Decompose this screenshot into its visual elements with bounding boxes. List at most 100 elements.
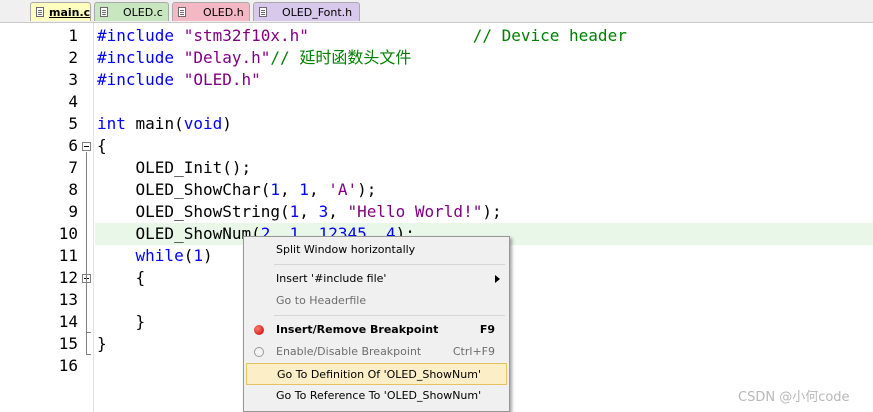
- code-token: 'A': [328, 180, 358, 199]
- menu-separator: [274, 315, 505, 316]
- tab-label: OLED.h: [203, 6, 244, 19]
- code-line[interactable]: #include "Delay.h"// 延时函数头文件: [97, 47, 411, 69]
- menu-item-split-window-horizontally[interactable]: Split Window horizontally: [246, 239, 507, 261]
- code-token: );: [357, 180, 377, 199]
- fold-line: [86, 152, 87, 273]
- menu-item-go-to-definition-of-oled-shownum[interactable]: Go To Definition Of 'OLED_ShowNum': [246, 363, 507, 385]
- code-token: 3: [318, 202, 329, 221]
- line-number-gutter: 1 2 3 4 5 6 7 8 9 10 11 12 13 14 15 16: [0, 23, 80, 412]
- menu-item-shortcut: F9: [479, 323, 495, 336]
- menu-item-go-to-headerfile[interactable]: Go to Headerfile: [246, 290, 507, 312]
- code-token: (: [183, 246, 194, 265]
- code-token: "OLED.h": [183, 70, 261, 89]
- code-token: void: [183, 114, 223, 133]
- tab-oled-font-h[interactable]: OLED_Font.h: [253, 2, 360, 21]
- code-line[interactable]: OLED_ShowChar(1, 1, 'A');: [97, 179, 377, 201]
- menu-separator: [274, 264, 505, 265]
- menu-item-label: Split Window horizontally: [276, 243, 416, 256]
- menu-item-enable-disable-breakpoint[interactable]: Enable/Disable Breakpoint Ctrl+F9: [246, 341, 507, 363]
- code-token: 1: [270, 180, 281, 199]
- line-number: 11: [58, 246, 78, 265]
- menu-item-label: Insert/Remove Breakpoint: [276, 323, 439, 336]
- menu-item-label: Go to Headerfile: [276, 294, 367, 307]
- line-number: 12: [58, 268, 78, 287]
- line-number: 8: [68, 180, 78, 199]
- tab-label: OLED_Font.h: [282, 6, 353, 19]
- code-token: //: [270, 48, 300, 67]
- code-token: );: [482, 202, 502, 221]
- code-token: ): [222, 114, 232, 133]
- menu-item-label: Go To Reference To 'OLED_ShowNum': [276, 389, 482, 402]
- code-token: while: [135, 246, 184, 265]
- tab-label: OLED.c: [123, 6, 163, 19]
- code-token: "Hello World!": [347, 202, 483, 221]
- menu-item-label: Enable/Disable Breakpoint: [276, 345, 422, 358]
- code-token: #include: [97, 48, 184, 67]
- code-line[interactable]: OLED_ShowString(1, 3, "Hello World!");: [97, 201, 502, 223]
- code-token: }: [97, 312, 146, 331]
- code-token: OLED_ShowNum(: [97, 224, 261, 243]
- code-token: ,: [328, 202, 348, 221]
- code-token: OLED_Init();: [97, 158, 252, 177]
- code-line[interactable]: int main(void): [97, 113, 232, 135]
- tab-oled-c[interactable]: OLED.c: [94, 2, 169, 21]
- code-line[interactable]: #include "stm32f10x.h" // Device header: [97, 25, 627, 47]
- code-token: 1: [299, 180, 309, 199]
- context-menu: Split Window horizontally Insert '#includ…: [243, 236, 510, 412]
- line-number: 10: [58, 224, 78, 243]
- tab-label: main.c: [49, 6, 91, 19]
- code-line[interactable]: #include "OLED.h": [97, 69, 261, 91]
- code-line[interactable]: }: [97, 311, 146, 333]
- menu-item-shortcut: Ctrl+F9: [452, 345, 495, 358]
- code-token: int: [97, 114, 126, 133]
- tab-oled-h[interactable]: OLED.h: [172, 2, 250, 21]
- code-token: OLED_ShowString(: [97, 202, 290, 221]
- file-icon: [178, 7, 186, 17]
- code-token: 1: [193, 246, 203, 265]
- submenu-arrow-icon: [495, 275, 500, 283]
- code-line[interactable]: OLED_Init();: [97, 157, 252, 179]
- menu-item-label: Go To Definition Of 'OLED_ShowNum': [277, 368, 481, 381]
- line-number: 15: [58, 334, 78, 353]
- menu-item-insert-include-file[interactable]: Insert '#include file': [246, 268, 507, 290]
- code-token: 延时函数头文件: [299, 48, 412, 67]
- code-token: 1: [289, 202, 300, 221]
- code-token: #include: [97, 26, 184, 45]
- line-number: 16: [58, 356, 78, 375]
- line-number: 2: [68, 48, 78, 67]
- code-token: main(: [125, 114, 184, 133]
- code-line[interactable]: while(1): [97, 245, 213, 267]
- line-number: 5: [68, 114, 78, 133]
- code-token: OLED_ShowChar(: [97, 180, 271, 199]
- code-token: ): [202, 246, 213, 265]
- code-token: {: [97, 268, 146, 287]
- line-number: 14: [58, 312, 78, 331]
- line-number: 4: [68, 92, 78, 111]
- code-line[interactable]: {: [97, 135, 107, 157]
- file-icon: [36, 7, 44, 17]
- code-token: }: [97, 334, 107, 353]
- breakpoint-icon: [254, 325, 264, 335]
- fold-end-mark: [86, 354, 91, 355]
- menu-item-go-to-reference-to-oled-shownum[interactable]: Go To Reference To 'OLED_ShowNum': [246, 385, 507, 407]
- line-number: 13: [58, 290, 78, 309]
- line-number: 3: [68, 70, 78, 89]
- breakpoint-disabled-icon: [254, 347, 264, 357]
- code-token: #include: [97, 70, 184, 89]
- file-tab-bar: main.c OLED.c OLED.h OLED_Font.h: [0, 0, 873, 23]
- menu-item-insert-remove-breakpoint[interactable]: Insert/Remove Breakpoint F9: [246, 319, 507, 341]
- code-line[interactable]: }: [97, 333, 107, 355]
- fold-toggle-icon[interactable]: [82, 142, 91, 151]
- line-number: 9: [68, 202, 78, 221]
- line-number: 6: [68, 136, 78, 155]
- code-token: ,: [280, 180, 300, 199]
- line-number: 1: [68, 26, 78, 45]
- code-token: {: [97, 136, 107, 155]
- tab-main-c[interactable]: main.c: [30, 2, 91, 21]
- line-number: 7: [68, 158, 78, 177]
- file-icon: [100, 7, 108, 17]
- code-line[interactable]: {: [97, 267, 146, 289]
- code-token: "Delay.h": [183, 48, 271, 67]
